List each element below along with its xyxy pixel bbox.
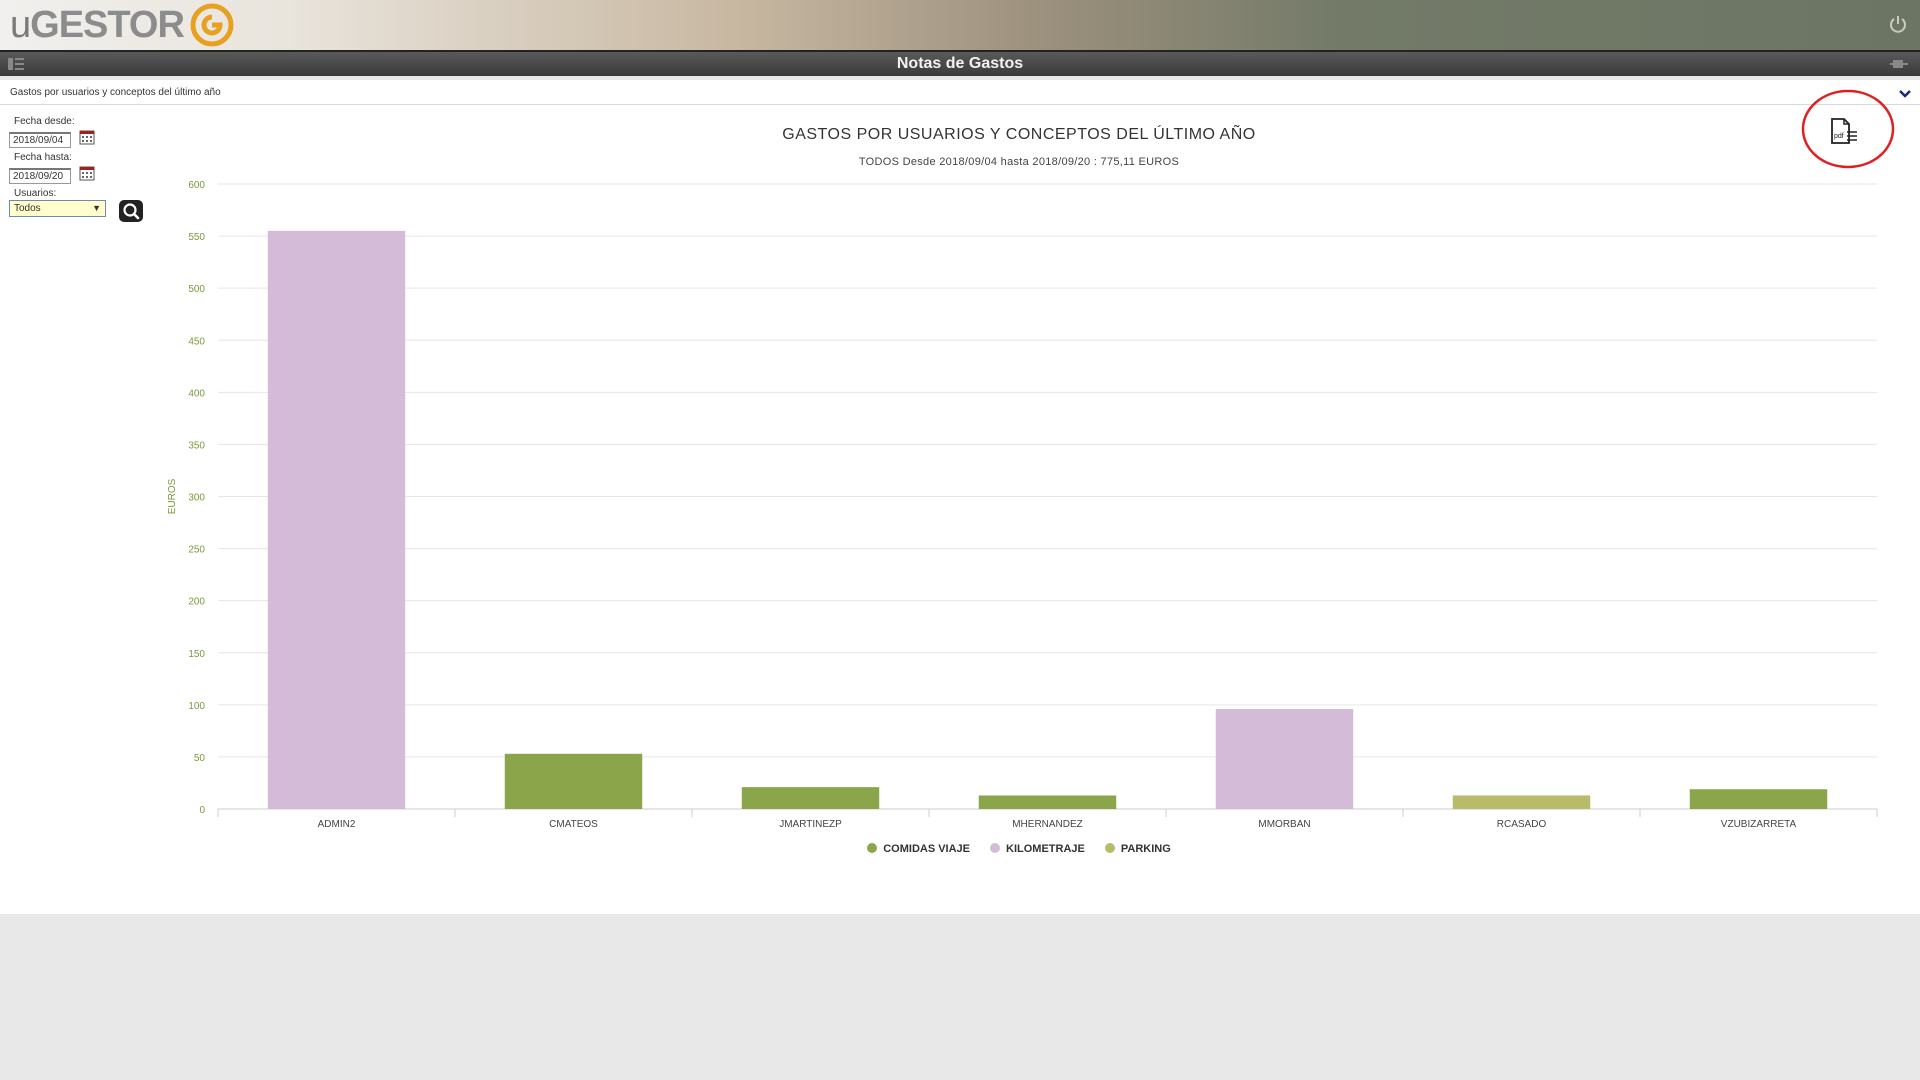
y-tick-label: 0: [199, 805, 205, 816]
y-tick-label: 600: [188, 180, 205, 191]
x-tick-label: CMATEOS: [549, 819, 598, 830]
y-tick-label: 550: [188, 232, 205, 243]
legend-label: KILOMETRAJE: [1006, 843, 1085, 855]
y-tick-label: 150: [188, 649, 205, 660]
legend-label: PARKING: [1120, 843, 1171, 855]
legend-dot-icon: [990, 843, 1001, 853]
bar: [1689, 789, 1828, 809]
x-tick-label: VZUBIZARRETA: [1721, 819, 1797, 830]
x-tick-label: MMORBAN: [1258, 819, 1310, 830]
y-tick-label: 200: [188, 597, 205, 608]
legend-item[interactable]: PARKING: [1104, 843, 1171, 855]
x-tick-label: RCASADO: [1497, 819, 1547, 830]
bar: [1215, 709, 1354, 809]
bar: [504, 753, 643, 809]
y-tick-label: 100: [188, 701, 205, 712]
y-axis-label: EUROS: [167, 478, 178, 514]
bar: [1452, 795, 1591, 809]
legend-dot-icon: [867, 843, 878, 853]
bar: [267, 230, 406, 809]
y-tick-label: 450: [188, 336, 205, 347]
y-tick-label: 250: [188, 545, 205, 556]
x-tick-label: MHERNANDEZ: [1012, 819, 1083, 830]
y-tick-label: 350: [188, 440, 205, 451]
legend-item[interactable]: COMIDAS VIAJE: [867, 843, 970, 855]
bar: [741, 787, 880, 809]
y-tick-label: 300: [188, 493, 205, 504]
x-tick-label: JMARTINEZP: [779, 819, 842, 830]
legend-dot-icon: [1104, 843, 1115, 853]
legend-item[interactable]: KILOMETRAJE: [990, 843, 1085, 855]
chart-legend: COMIDAS VIAJE KILOMETRAJE PARKING: [0, 843, 1920, 855]
bar: [978, 795, 1117, 809]
bar-chart: 0 50 100 150 200 250 300 350 400 450 500 550 600 EURO…: [167, 180, 1878, 830]
y-tick-label: 50: [194, 753, 206, 764]
y-tick-label: 400: [188, 388, 205, 399]
legend-label: COMIDAS VIAJE: [883, 843, 971, 855]
y-tick-label: 500: [188, 284, 205, 295]
x-tick-label: ADMIN2: [318, 819, 356, 830]
